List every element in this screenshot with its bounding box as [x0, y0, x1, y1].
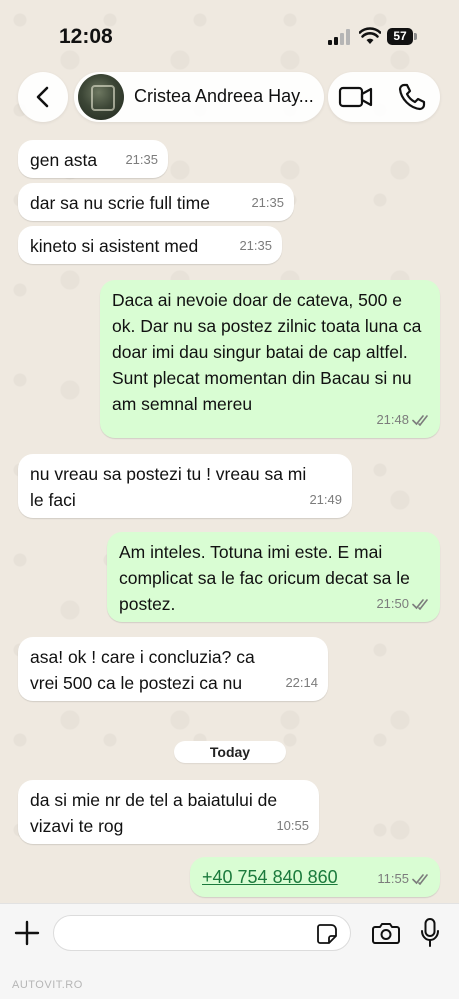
- cellular-signal-icon: [328, 29, 350, 45]
- message-bubble-incoming[interactable]: nu vreau sa postezi tu ! vreau sa mi le …: [18, 454, 352, 518]
- message-bubble-outgoing[interactable]: Am inteles. Totuna imi este. E mai compl…: [107, 532, 440, 622]
- double-check-icon: [412, 874, 428, 885]
- back-chevron-icon: [36, 86, 49, 108]
- message-bubble-incoming[interactable]: da si mie nr de tel a baiatului de vizav…: [18, 780, 319, 844]
- plus-icon[interactable]: [14, 920, 40, 946]
- call-actions: [328, 72, 440, 122]
- message-bubble-outgoing[interactable]: Daca ai nevoie doar de cateva, 500 e ok.…: [100, 280, 440, 438]
- message-input[interactable]: [53, 915, 351, 951]
- message-time: 21:50: [376, 596, 409, 611]
- battery-icon: 57: [387, 28, 417, 46]
- back-button[interactable]: [18, 72, 68, 122]
- phone-number-link[interactable]: +40 754 840 860: [202, 867, 338, 887]
- message-time: 21:35: [251, 195, 284, 210]
- battery-level: 57: [387, 28, 413, 45]
- message-meta: 22:14: [285, 670, 318, 696]
- message-text: kineto si asistent med: [30, 236, 199, 256]
- message-bubble-incoming[interactable]: asa! ok ! care i concluzia? ca vrei 500 …: [18, 637, 328, 701]
- contact-name: Cristea Andreea Hay...: [134, 86, 314, 106]
- double-check-icon: [412, 415, 428, 426]
- message-meta: 11:55: [377, 866, 430, 892]
- message-text: asa! ok ! care i concluzia? ca vrei 500 …: [30, 647, 255, 693]
- status-time: 12:08: [59, 25, 113, 48]
- sticker-icon[interactable]: [316, 923, 338, 945]
- message-meta: 21:48: [376, 407, 430, 433]
- message-meta: 21:35: [251, 190, 284, 216]
- chat-header: Cristea Andreea Hay...: [0, 62, 459, 132]
- watermark: AUTOVIT.RO: [12, 979, 83, 991]
- message-time: 21:49: [309, 492, 342, 507]
- composer-bar: AUTOVIT.RO: [0, 903, 459, 999]
- message-time: 11:55: [377, 871, 409, 886]
- avatar-image: [91, 85, 115, 111]
- message-time: 21:35: [125, 152, 158, 167]
- date-separator: Today: [174, 741, 286, 763]
- message-meta: 10:55: [276, 813, 309, 839]
- message-bubble-outgoing[interactable]: +40 754 840 860 11:55: [190, 857, 440, 897]
- double-check-icon: [412, 599, 428, 610]
- message-text: da si mie nr de tel a baiatului de vizav…: [30, 790, 278, 836]
- message-meta: 21:35: [239, 233, 272, 259]
- status-bar: 12:08 57: [0, 0, 459, 62]
- message-bubble-incoming[interactable]: dar sa nu scrie full time 21:35: [18, 183, 294, 221]
- message-text: dar sa nu scrie full time: [30, 193, 210, 213]
- battery-tip: [414, 33, 417, 40]
- message-meta: 21:35: [125, 147, 158, 173]
- contact-info-button[interactable]: Cristea Andreea Hay...: [74, 72, 324, 122]
- message-time: 21:48: [376, 412, 409, 427]
- message-meta: 21:50: [376, 591, 430, 617]
- message-time: 10:55: [276, 818, 309, 833]
- message-bubble-incoming[interactable]: kineto si asistent med 21:35: [18, 226, 282, 264]
- wifi-icon: [359, 27, 381, 44]
- message-time: 22:14: [285, 675, 318, 690]
- message-time: 21:35: [239, 238, 272, 253]
- message-meta: 21:49: [309, 487, 342, 513]
- message-bubble-incoming[interactable]: gen asta 21:35: [18, 140, 168, 178]
- message-text: nu vreau sa postezi tu ! vreau sa mi le …: [30, 464, 307, 510]
- camera-icon[interactable]: [372, 921, 400, 945]
- avatar: [78, 74, 124, 120]
- microphone-icon[interactable]: [421, 918, 439, 948]
- phone-call-icon[interactable]: [396, 81, 428, 113]
- video-call-icon[interactable]: [338, 82, 374, 112]
- message-text: Daca ai nevoie doar de cateva, 500 e ok.…: [112, 290, 422, 414]
